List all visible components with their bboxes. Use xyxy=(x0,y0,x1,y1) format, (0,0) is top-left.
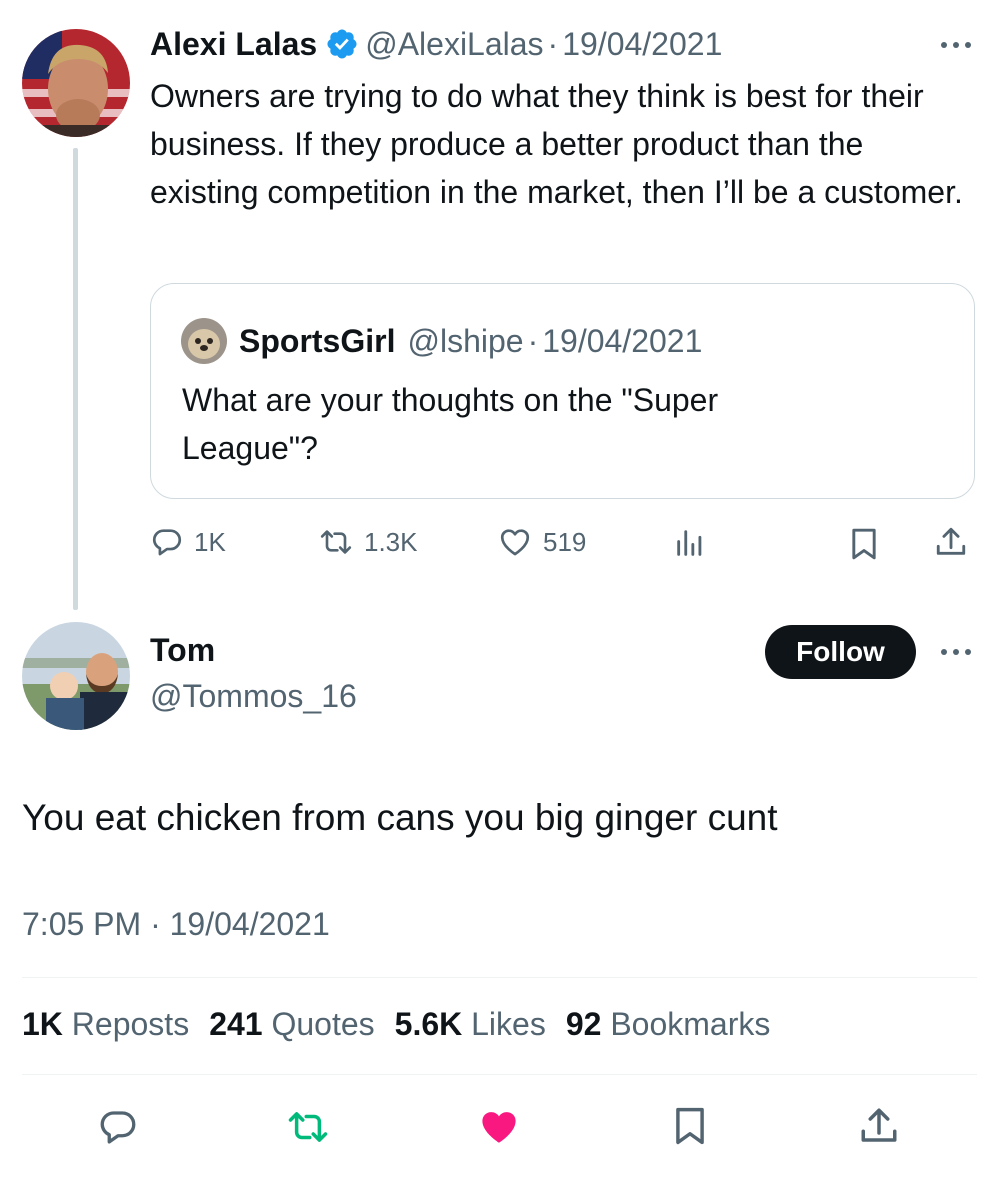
analytics-icon[interactable] xyxy=(673,526,707,560)
quoted-header: SportsGirl @lshipe · 19/04/2021 xyxy=(239,318,702,364)
reply-tweet-text: You eat chicken from cans you big ginger… xyxy=(22,797,778,838)
like-count: 519 xyxy=(543,526,587,557)
reposts-count: 1K xyxy=(22,1006,63,1042)
tweet-date[interactable]: 19/04/2021 xyxy=(562,26,722,63)
author-handle[interactable]: @AlexiLalas xyxy=(365,26,543,63)
quotes-count: 241 xyxy=(209,1006,263,1042)
quoted-date: 19/04/2021 xyxy=(542,322,703,359)
separator-dot: · xyxy=(547,25,559,62)
quotes-stat[interactable]: 241 Quotes xyxy=(209,1006,374,1043)
alexi-avatar[interactable] xyxy=(22,29,130,137)
bookmark-icon[interactable] xyxy=(848,526,880,562)
quoted-author-name: SportsGirl xyxy=(239,322,396,359)
separator-dot: · xyxy=(527,322,539,359)
more-icon[interactable] xyxy=(938,645,974,659)
engagement-stats: 1K Reposts 241 Quotes 5.6K Likes 92 Book… xyxy=(22,1006,770,1043)
bookmark-icon[interactable] xyxy=(671,1104,709,1148)
likes-count: 5.6K xyxy=(394,1006,463,1042)
quoted-tweet-text: What are your thoughts on the "Super Lea… xyxy=(182,382,719,466)
divider xyxy=(22,1074,977,1075)
reply-icon[interactable] xyxy=(97,1106,139,1148)
parent-header: Alexi Lalas @AlexiLalas · 19/04/2021 xyxy=(150,22,722,66)
reply-timestamp[interactable]: 7:05 PM · 19/04/2021 xyxy=(22,906,330,943)
divider xyxy=(22,977,977,978)
quotes-label: Quotes xyxy=(271,1006,375,1042)
share-icon[interactable] xyxy=(858,1104,900,1148)
reply-icon xyxy=(150,525,184,559)
more-icon[interactable] xyxy=(938,38,974,52)
repost-icon[interactable] xyxy=(285,1106,331,1148)
reply-action[interactable]: 1K xyxy=(150,524,226,560)
likes-label: Likes xyxy=(471,1006,546,1042)
repost-action[interactable]: 1.3K xyxy=(318,524,418,560)
like-action[interactable]: 519 xyxy=(497,524,586,560)
likes-stat[interactable]: 5.6K Likes xyxy=(395,1006,546,1043)
repost-icon xyxy=(318,525,354,559)
quoted-author-handle: @lshipe xyxy=(407,322,524,359)
verified-badge-icon xyxy=(325,27,359,61)
reply-author-name[interactable]: Tom xyxy=(150,632,215,669)
bookmarks-label: Bookmarks xyxy=(610,1006,771,1042)
heart-icon[interactable] xyxy=(476,1106,522,1148)
author-name[interactable]: Alexi Lalas xyxy=(150,26,317,63)
repost-count: 1.3K xyxy=(364,526,418,557)
parent-tweet-text: Owners are trying to do what they think … xyxy=(150,78,963,210)
reposts-stat[interactable]: 1K Reposts xyxy=(22,1006,189,1043)
thread-line xyxy=(73,148,78,610)
share-icon[interactable] xyxy=(934,524,968,560)
quoted-tweet-card[interactable]: SportsGirl @lshipe · 19/04/2021 What are… xyxy=(150,283,975,499)
reposts-label: Reposts xyxy=(71,1006,190,1042)
bookmarks-count: 92 xyxy=(565,1006,602,1042)
bookmarks-stat[interactable]: 92 Bookmarks xyxy=(566,1006,771,1043)
heart-icon xyxy=(497,525,533,559)
reply-count: 1K xyxy=(194,526,226,557)
reply-author-handle[interactable]: @Tommos_16 xyxy=(150,678,357,715)
sportsgirl-avatar xyxy=(181,318,227,364)
tom-avatar[interactable] xyxy=(22,622,130,730)
follow-button[interactable]: Follow xyxy=(765,625,916,679)
